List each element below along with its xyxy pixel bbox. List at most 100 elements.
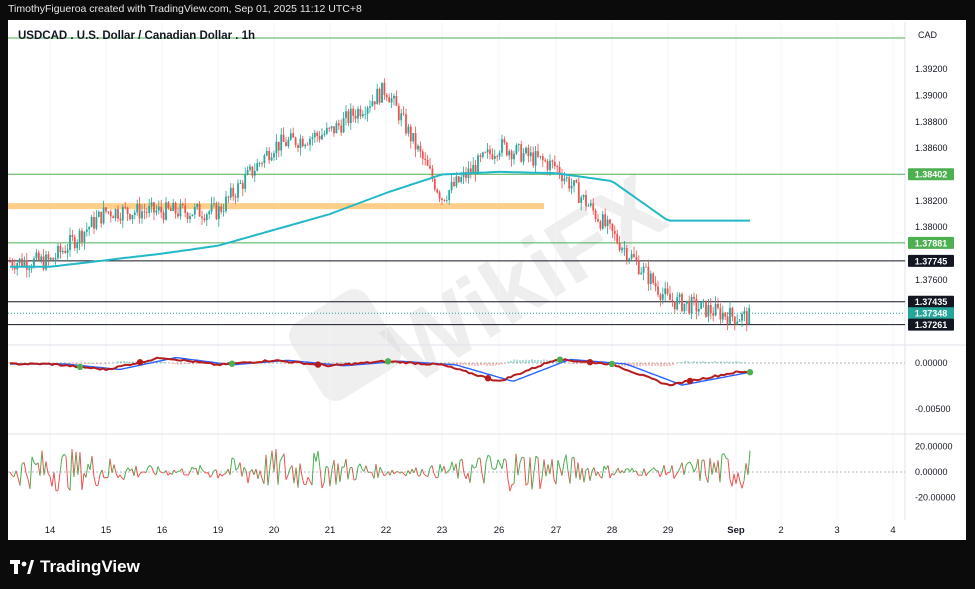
candle-body (138, 203, 141, 219)
osc-segment (549, 459, 553, 475)
candle-body (88, 227, 91, 230)
chart-canvas[interactable]: WikiFX 1.38402 1.37881 1.37745 1.37435 1.373… (0, 0, 975, 589)
osc-segment (201, 469, 205, 473)
candle-body (369, 106, 371, 108)
candle-body (565, 177, 568, 179)
osc-tick: 0.00000 (915, 467, 948, 477)
candle-body (100, 211, 103, 224)
x-tick: 19 (213, 525, 224, 536)
candle-body (517, 144, 520, 146)
osc-segment (659, 472, 663, 478)
candle-body (145, 212, 148, 213)
candle-body (313, 132, 316, 138)
tradingview-brand: TradingView (10, 557, 140, 577)
candle-body (666, 288, 669, 294)
candle-body (695, 298, 698, 312)
x-tick: 2 (778, 525, 783, 536)
candle-body (556, 166, 559, 167)
osc-segment (339, 466, 343, 483)
candle-body (263, 155, 266, 164)
candle-body (280, 134, 283, 151)
candle-body (181, 203, 184, 206)
osc-segment (529, 457, 533, 490)
osc-segment (503, 458, 507, 461)
osc-segment (505, 460, 509, 480)
osc-segment (747, 450, 751, 475)
osc-segment (137, 473, 141, 478)
osc-segment (469, 464, 473, 483)
osc-segment (593, 467, 597, 476)
macd-cross-dot (746, 369, 754, 376)
candle-body (594, 210, 597, 220)
osc-segment (479, 457, 483, 474)
candle-body (553, 161, 556, 167)
level-label: 1.37348 (915, 309, 948, 319)
candle-body (409, 126, 412, 142)
osc-segment (223, 472, 227, 475)
candle-body (609, 219, 611, 224)
osc-segment (509, 484, 513, 492)
candle-body (496, 156, 499, 157)
osc-segment (561, 462, 565, 476)
candle-body (383, 82, 386, 96)
osc-segment (657, 470, 661, 478)
candle-body (664, 288, 667, 295)
candle-body (205, 214, 208, 221)
candle-body (364, 114, 367, 115)
candle-body (546, 161, 549, 171)
candle-body (35, 252, 38, 259)
osc-segment (365, 465, 369, 473)
osc-segment (149, 465, 153, 469)
osc-segment (675, 471, 679, 476)
candle-body (191, 214, 194, 217)
candle-body (657, 286, 659, 295)
candle-body (165, 202, 167, 220)
osc-segment (461, 459, 465, 474)
osc-segment (395, 471, 399, 473)
candle-body (109, 211, 112, 217)
osc-segment (81, 473, 85, 491)
candle-body (73, 236, 76, 249)
candle-body (719, 307, 722, 320)
candle-body (287, 139, 290, 147)
x-tick: 16 (157, 525, 168, 536)
candle-body (649, 273, 652, 285)
candle-body (153, 202, 155, 213)
osc-segment (711, 462, 715, 475)
osc-segment (311, 452, 315, 486)
candle-body (623, 248, 626, 249)
candle-body (460, 177, 463, 183)
candle-body (510, 151, 513, 160)
osc-segment (483, 462, 487, 484)
candle-body (587, 205, 590, 207)
candle-body (402, 113, 405, 115)
osc-segment (61, 453, 65, 458)
candle-body (606, 219, 609, 227)
osc-segment (333, 460, 337, 485)
candle-body (625, 248, 628, 261)
candle-body (489, 149, 491, 155)
candle-body (342, 118, 345, 133)
candle-body (652, 273, 655, 284)
candle-body (81, 230, 83, 242)
osc-segment (323, 466, 327, 484)
osc-segment (181, 468, 185, 476)
osc-segment (709, 458, 713, 475)
candle-body (126, 207, 129, 215)
candle-body (162, 212, 165, 220)
candle-body (76, 242, 79, 249)
osc-segment (65, 456, 69, 488)
candle-body (47, 254, 50, 260)
osc-segment (703, 460, 707, 477)
candle-body (71, 234, 74, 237)
candle-body (198, 204, 201, 217)
candle-body (678, 294, 681, 298)
candle-body (493, 156, 496, 159)
osc-segment (489, 456, 493, 469)
osc-segment (263, 454, 267, 484)
candle-body (748, 308, 751, 325)
candle-body (563, 178, 566, 182)
candle-body (484, 152, 487, 154)
candle-body (83, 231, 86, 242)
candle-body (66, 250, 69, 253)
